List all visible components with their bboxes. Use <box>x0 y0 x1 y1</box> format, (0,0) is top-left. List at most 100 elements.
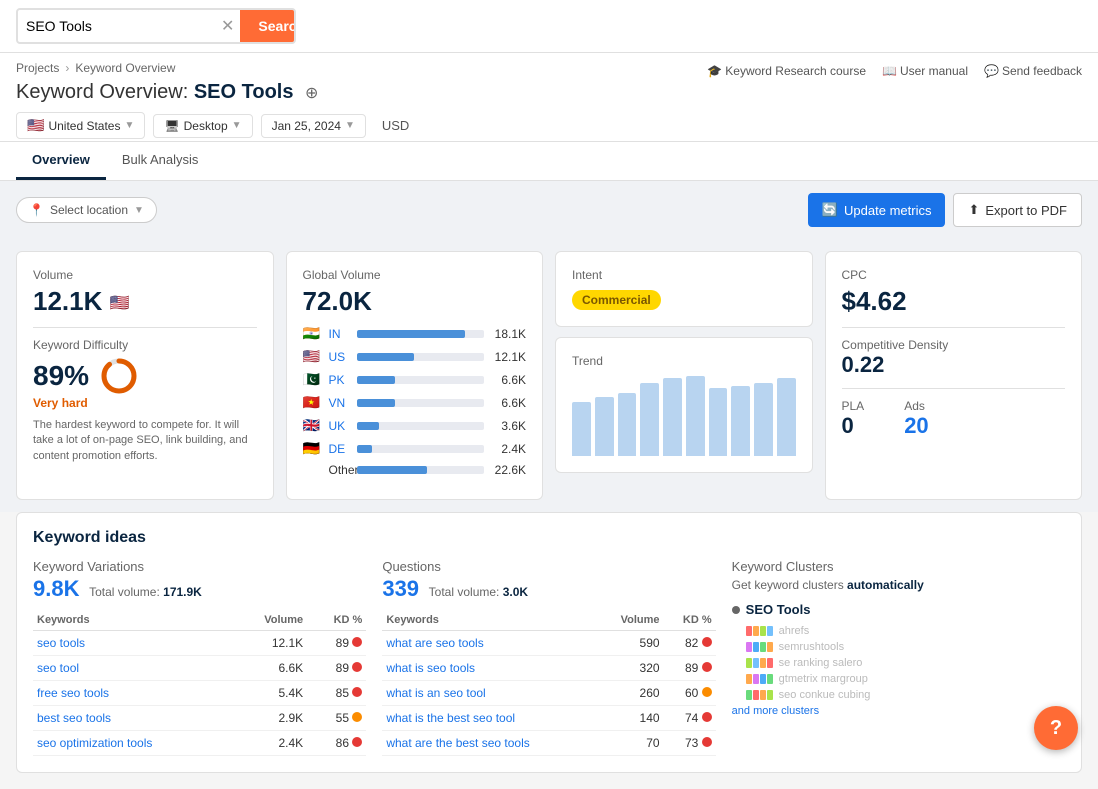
country-code: US <box>329 350 351 364</box>
pla-label: PLA <box>842 399 865 413</box>
country-row: 🇬🇧 UK3.6K <box>303 417 527 434</box>
variations-table: Keywords Volume KD % seo tools 12.1K 89 … <box>33 610 366 756</box>
add-keyword-icon[interactable]: ⊕ <box>305 85 318 102</box>
trend-bar <box>572 402 591 456</box>
kd-cell: 89 <box>307 631 366 656</box>
device-filter[interactable]: 🖥 Desktop ▼ <box>153 114 252 138</box>
kw-cell[interactable]: what are the best seo tools <box>382 731 597 756</box>
clear-button[interactable]: ✕ <box>215 12 240 40</box>
kd-dot <box>702 737 712 747</box>
bar-fill <box>357 353 414 361</box>
country-value: 6.6K <box>490 373 526 387</box>
country-code: VN <box>329 396 351 410</box>
kd-dot <box>352 712 362 722</box>
toolbar-right: 🔄 Update metrics ⬆ Export to PDF <box>808 193 1082 227</box>
ads-item: Ads 20 <box>904 399 928 439</box>
trend-bar <box>663 378 682 456</box>
q-col-kd-header: KD % <box>664 610 716 631</box>
kw-cell[interactable]: what is seo tools <box>382 656 597 681</box>
country-row: 🇩🇪 DE2.4K <box>303 440 527 457</box>
top-bar: ✕ Search <box>0 0 1098 53</box>
country-flag: 🇮🇳 <box>303 325 323 342</box>
bar-bg <box>357 399 485 407</box>
q-col-volume-header: Volume <box>597 610 664 631</box>
country-row: 🇻🇳 VN6.6K <box>303 394 527 411</box>
search-input[interactable] <box>18 12 215 40</box>
kw-cell[interactable]: best seo tools <box>33 706 232 731</box>
feedback-link[interactable]: 💬 Send feedback <box>984 64 1082 78</box>
tab-bulk-analysis[interactable]: Bulk Analysis <box>106 142 215 180</box>
country-code: Other <box>329 463 351 477</box>
currency-label: USD <box>374 114 417 137</box>
kw-cell[interactable]: what are seo tools <box>382 631 597 656</box>
select-location-button[interactable]: 📍 Select location ▼ <box>16 197 157 223</box>
vol-cell: 6.6K <box>232 656 308 681</box>
refresh-icon: 🔄 <box>822 202 838 218</box>
cluster-dot <box>732 606 740 614</box>
search-button[interactable]: Search <box>240 10 296 42</box>
keyword-course-link[interactable]: 🎓 Keyword Research course <box>707 64 866 78</box>
trend-bar <box>640 383 659 456</box>
toolbar: 📍 Select location ▼ 🔄 Update metrics ⬆ E… <box>0 181 1098 239</box>
kw-cell[interactable]: what is the best seo tool <box>382 706 597 731</box>
chevron-down-icon: ▼ <box>232 120 242 131</box>
vol-cell: 2.9K <box>232 706 308 731</box>
trend-card: Trend <box>555 337 813 473</box>
table-row: what is seo tools 320 89 <box>382 656 715 681</box>
more-clusters-link[interactable]: and more clusters <box>732 705 1065 717</box>
kw-cell[interactable]: seo optimization tools <box>33 731 232 756</box>
kd-dot <box>702 662 712 672</box>
country-row: 🇮🇳 IN18.1K <box>303 325 527 342</box>
header-actions: 🎓 Keyword Research course 📖 User manual … <box>707 64 1082 78</box>
kd-cell: 60 <box>664 681 716 706</box>
country-flag: 🇻🇳 <box>303 394 323 411</box>
tab-overview[interactable]: Overview <box>16 142 106 180</box>
us-flag-inline: 🇺🇸 <box>110 295 130 312</box>
country-row: 🇺🇸 US12.1K <box>303 348 527 365</box>
bar-bg <box>357 376 485 384</box>
bar-bg <box>357 466 485 474</box>
kw-cell[interactable]: seo tool <box>33 656 232 681</box>
table-row: what are the best seo tools 70 73 <box>382 731 715 756</box>
export-button[interactable]: ⬆ Export to PDF <box>953 193 1082 227</box>
kw-cell[interactable]: free seo tools <box>33 681 232 706</box>
breadcrumb: Projects › Keyword Overview <box>16 61 175 75</box>
table-row: best seo tools 2.9K 55 <box>33 706 366 731</box>
country-filter[interactable]: 🇺🇸 United States ▼ <box>16 112 145 139</box>
export-icon: ⬆ <box>968 202 979 218</box>
bar-fill <box>357 466 427 474</box>
kd-dot <box>352 662 362 672</box>
kd-cell: 55 <box>307 706 366 731</box>
list-item: semrushtools <box>746 641 1065 653</box>
list-item: se ranking salero <box>746 657 1065 669</box>
vol-cell: 2.4K <box>232 731 308 756</box>
trend-bar <box>618 393 637 456</box>
country-flag: 🇩🇪 <box>303 440 323 457</box>
list-item: gtmetrix margroup <box>746 673 1065 685</box>
country-value: 22.6K <box>490 463 526 477</box>
country-value: 18.1K <box>490 327 526 341</box>
intent-card: Intent Commercial <box>555 251 813 327</box>
country-value: 3.6K <box>490 419 526 433</box>
kd-dot <box>352 637 362 647</box>
kw-cell[interactable]: what is an seo tool <box>382 681 597 706</box>
kd-description: The hardest keyword to compete for. It w… <box>33 418 257 464</box>
kd-dot <box>702 637 712 647</box>
trend-bar <box>709 388 728 456</box>
bar-bg <box>357 330 485 338</box>
kw-cell[interactable]: seo tools <box>33 631 232 656</box>
comp-density-value: 0.22 <box>842 352 1066 378</box>
country-code: DE <box>329 442 351 456</box>
update-metrics-button[interactable]: 🔄 Update metrics <box>808 193 946 227</box>
table-row: seo tools 12.1K 89 <box>33 631 366 656</box>
breadcrumb-current: Keyword Overview <box>75 61 175 75</box>
ads-value: 20 <box>904 413 928 439</box>
country-code: UK <box>329 419 351 433</box>
user-manual-link[interactable]: 📖 User manual <box>882 64 968 78</box>
breadcrumb-projects[interactable]: Projects <box>16 61 59 75</box>
cluster-color-bar <box>746 658 773 668</box>
questions-count: 339 <box>382 576 419 601</box>
country-value: 12.1K <box>490 350 526 364</box>
date-filter[interactable]: Jan 25, 2024 ▼ <box>261 114 366 138</box>
help-button[interactable]: ? <box>1034 706 1078 750</box>
